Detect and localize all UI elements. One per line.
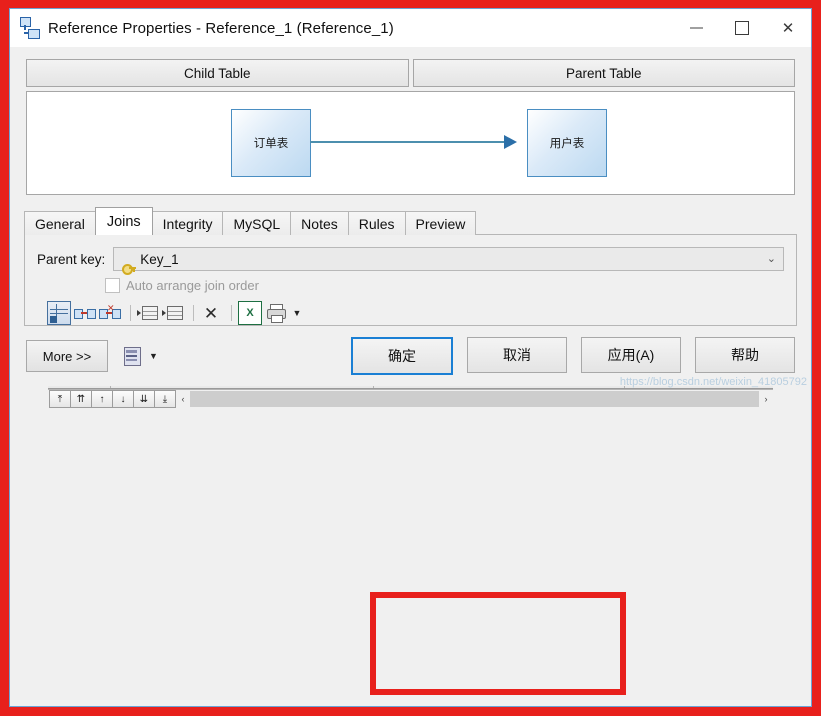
parent-table-button[interactable]: Parent Table [412,59,795,87]
grid-footer: ⤒ ⇈ ↑ ↓ ⇊ ⤓ ‹ › [48,389,773,408]
hscroll-left-icon[interactable]: ‹ [176,394,190,404]
append-row-icon[interactable] [162,302,184,324]
apply-button[interactable]: 应用(A) [581,337,681,373]
move-last-button[interactable]: ⤓ [154,390,176,408]
tab-preview[interactable]: Preview [404,211,477,235]
reference-properties-window: Reference Properties - Reference_1 (Refe… [9,8,812,707]
auto-arrange-label: Auto arrange join order [126,278,259,293]
relationship-line [310,141,510,143]
title-bar: Reference Properties - Reference_1 (Refe… [10,9,811,47]
toolbar-dropdown-icon[interactable]: ▼ [290,302,304,324]
screenshot-root: Reference Properties - Reference_1 (Refe… [0,0,821,716]
move-down-page-button[interactable]: ⇊ [133,390,155,408]
relationship-diagram: 订单表 用户表 [26,91,795,195]
close-button[interactable]: ✕ [765,9,811,47]
save-dropdown-icon[interactable]: ▼ [149,351,158,361]
save-icon[interactable] [122,346,142,366]
toolbar-separator [130,305,131,321]
tab-notes[interactable]: Notes [290,211,349,235]
footer-buttons: 确定 取消 应用(A) 帮助 [337,337,795,375]
minimize-button[interactable] [673,9,719,47]
relationship-arrow-icon [504,135,517,149]
diagram-parent-table-box[interactable]: 用户表 [527,109,607,177]
maximize-button[interactable] [719,9,765,47]
remove-join-icon[interactable]: ✕ [99,302,121,324]
parent-key-value: Key_1 [140,251,179,267]
tab-joins[interactable]: Joins [94,207,153,235]
move-up-page-button[interactable]: ⇈ [70,390,92,408]
parent-key-label: Parent key: [37,251,106,267]
move-up-button[interactable]: ↑ [91,390,113,408]
auto-arrange-checkbox[interactable] [105,278,120,293]
parent-key-row: Parent key: Key_1 ⌄ [37,247,784,275]
auto-arrange-row: Auto arrange join order [105,278,796,293]
move-down-button[interactable]: ↓ [112,390,134,408]
ok-button[interactable]: 确定 [351,337,453,375]
move-first-button[interactable]: ⤒ [49,390,71,408]
toolbar-separator [193,305,194,321]
tab-general[interactable]: General [24,211,96,235]
annotation-highlight-box [370,592,626,695]
tab-mysql[interactable]: MySQL [222,211,292,235]
joins-tab-panel: Parent key: Key_1 ⌄ Auto arrange join or… [24,234,797,695]
cancel-button[interactable]: 取消 [467,337,567,373]
window-controls: ✕ [673,9,811,47]
tab-rules[interactable]: Rules [347,211,406,235]
print-icon[interactable] [265,302,287,324]
window-client-area: Child Table Parent Table 订单表 用户表 General… [10,47,811,706]
joins-toolbar: ✕ ✕ X ▼ [47,301,796,325]
select-table-icon[interactable] [47,301,71,325]
help-button[interactable]: 帮助 [695,337,795,373]
parent-key-combobox[interactable]: Key_1 ⌄ [113,247,784,275]
table-selector-bar: Child Table Parent Table [26,59,795,87]
reference-diagram-icon [19,17,41,39]
watermark-text: https://blog.csdn.net/weixin_41805792 [619,376,807,388]
horizontal-scroll-thumb[interactable] [190,391,759,407]
toolbar-separator [231,305,232,321]
insert-row-icon[interactable] [137,302,159,324]
child-table-button[interactable]: Child Table [26,59,409,87]
delete-row-icon[interactable]: ✕ [200,302,222,324]
dialog-footer: More >> ▼ 确定 取消 应用(A) 帮助 https://blog.cs… [10,326,811,388]
add-join-icon[interactable] [74,302,96,324]
export-excel-icon[interactable]: X [238,301,262,325]
tab-bar: General Joins Integrity MySQL Notes Rule… [24,207,811,235]
hscroll-right-icon[interactable]: › [759,394,773,404]
more-button[interactable]: More >> [26,340,108,372]
chevron-down-icon[interactable]: ⌄ [767,252,776,265]
diagram-child-table-box[interactable]: 订单表 [231,109,311,177]
tab-integrity[interactable]: Integrity [151,211,224,235]
window-title: Reference Properties - Reference_1 (Refe… [48,19,394,37]
